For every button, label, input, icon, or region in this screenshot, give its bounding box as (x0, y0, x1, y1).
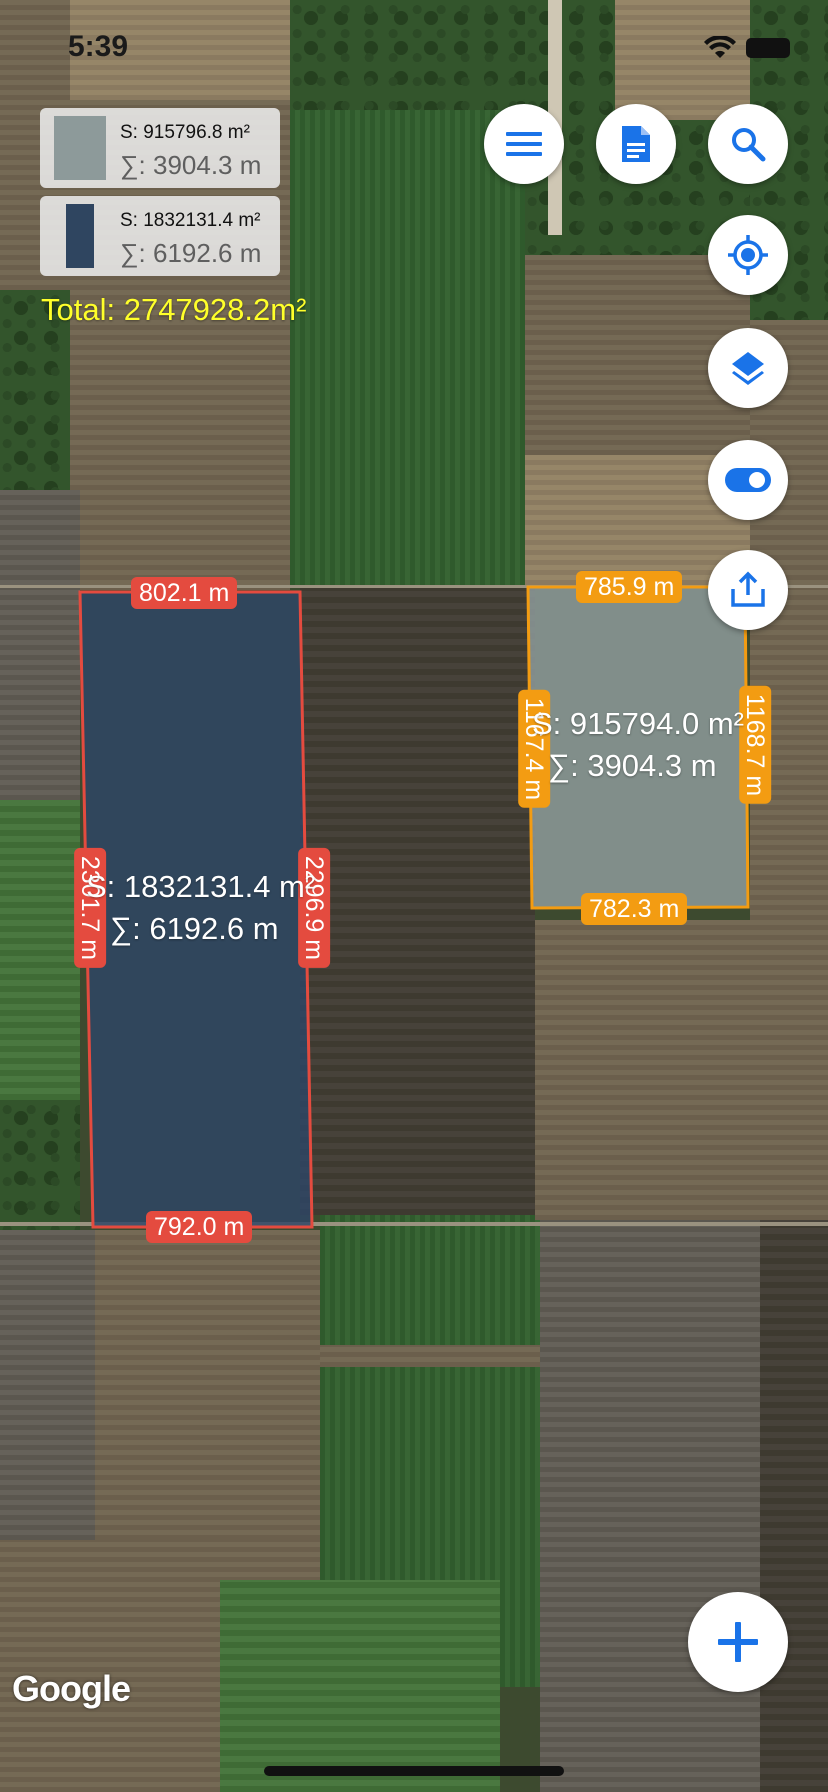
orange-bottom-length: 782.3 m (581, 893, 688, 925)
red-top-length: 802.1 m (131, 577, 238, 609)
layers-button[interactable] (708, 328, 788, 408)
status-time: 5:39 (68, 30, 129, 63)
add-polygon-button[interactable] (688, 1592, 788, 1692)
stats-card-gray[interactable]: S: 915796.8 m² ∑: 3904.3 m (40, 108, 280, 188)
orange-top-length: 785.9 m (576, 571, 683, 603)
document-button[interactable] (596, 104, 676, 184)
card-perimeter: ∑: 3904.3 m (120, 150, 262, 180)
orange-area-label: S: 915794.0 m² (532, 706, 744, 741)
status-icons (704, 36, 790, 60)
google-attribution[interactable]: Google (12, 1668, 131, 1710)
card-area: S: 1832131.4 m² (120, 210, 261, 231)
toggle-button[interactable] (708, 440, 788, 520)
red-perimeter-label: ∑: 6192.6 m (110, 911, 279, 946)
menu-button[interactable] (484, 104, 564, 184)
blue-polygon-swatch (66, 204, 94, 268)
toggle-icon (725, 468, 771, 492)
orange-perimeter-label: ∑: 3904.3 m (548, 748, 717, 783)
battery-icon (746, 38, 790, 58)
card-area: S: 915796.8 m² (120, 122, 250, 143)
orange-right-length: 1168.7 m (739, 685, 772, 805)
gray-polygon-swatch (54, 116, 106, 180)
share-button[interactable] (708, 550, 788, 630)
stats-card-blue[interactable]: S: 1832131.4 m² ∑: 6192.6 m (40, 196, 280, 276)
document-icon (622, 126, 650, 162)
search-button[interactable] (708, 104, 788, 184)
search-icon (732, 128, 766, 162)
menu-icon (506, 132, 542, 156)
layers-icon (732, 352, 764, 385)
my-location-icon (728, 235, 768, 275)
red-bottom-length: 792.0 m (146, 1211, 253, 1243)
my-location-button[interactable] (708, 215, 788, 295)
total-area: Total: 2747928.2m² (41, 292, 307, 327)
home-indicator[interactable] (264, 1766, 564, 1776)
wifi-icon (704, 36, 736, 58)
red-area-label: S: 1832131.4 m² (86, 869, 316, 904)
add-icon (718, 1622, 758, 1662)
share-icon (731, 571, 765, 607)
card-perimeter: ∑: 6192.6 m (120, 238, 262, 268)
